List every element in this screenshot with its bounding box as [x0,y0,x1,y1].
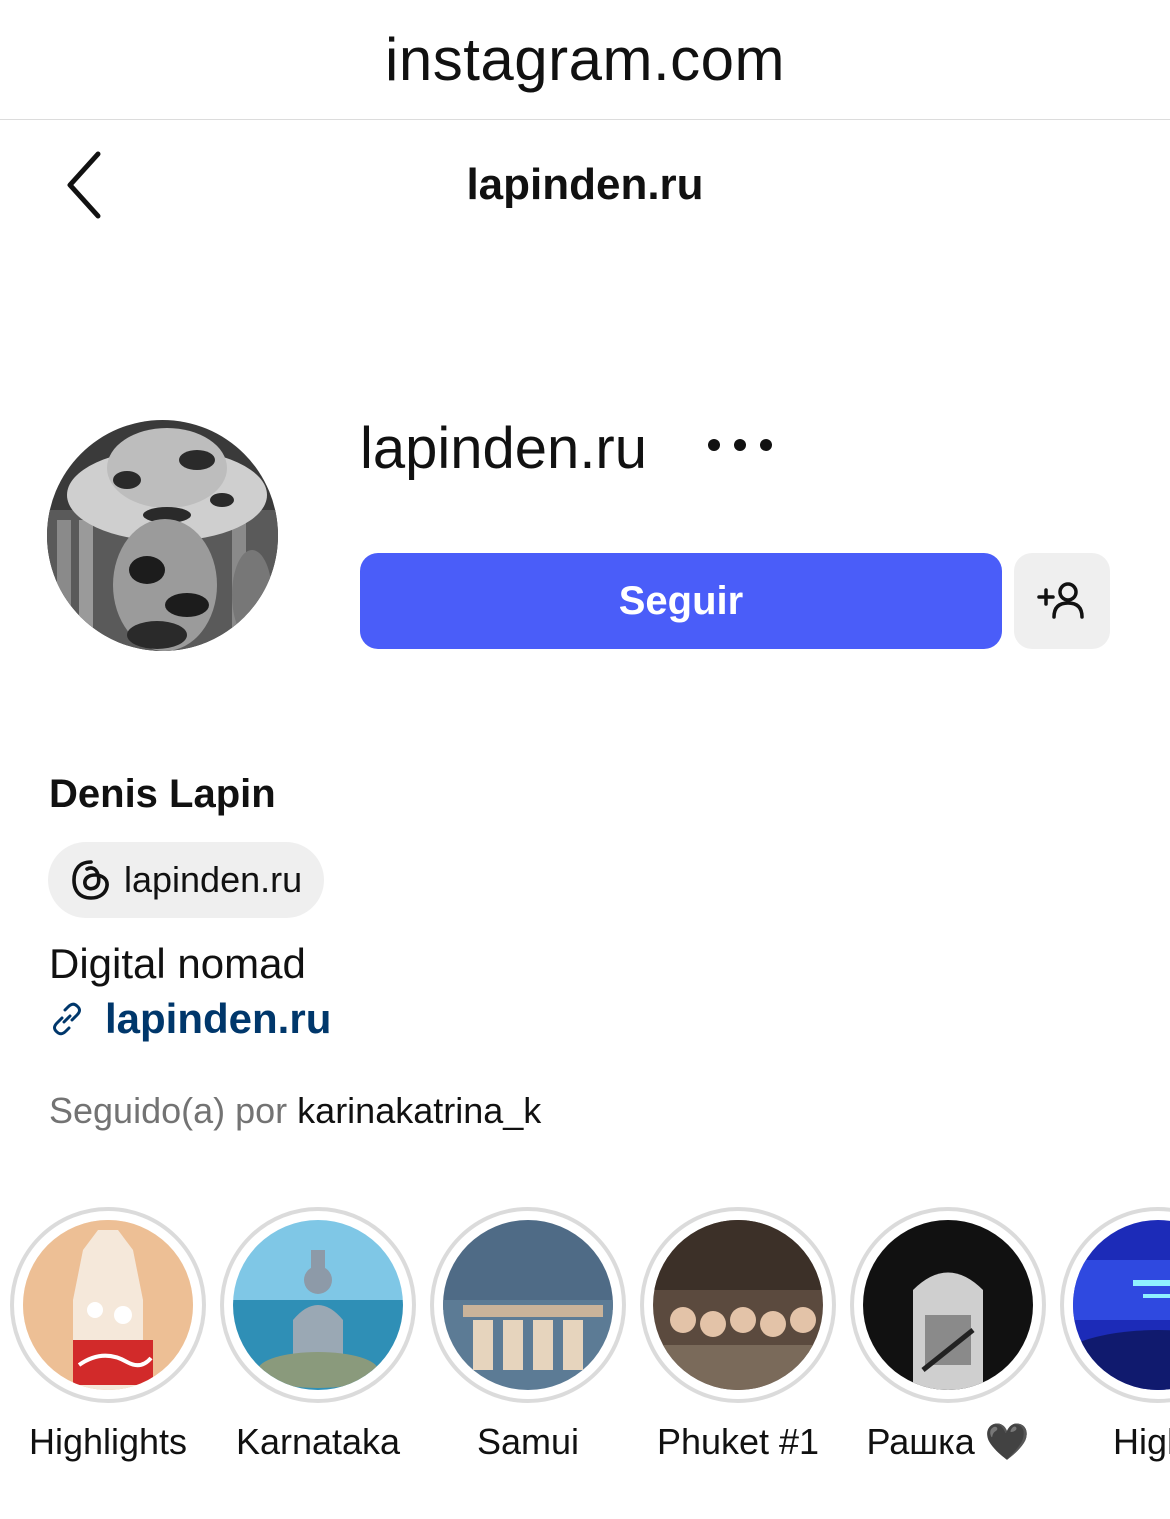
threads-badge[interactable]: lapinden.ru [48,842,325,918]
highlight-label: Highli [1112,1421,1170,1462]
url-text: instagram.com [385,26,785,93]
followed-by-user-link[interactable]: karinakatrina_k [297,1090,541,1131]
highlight-item[interactable]: Karnataka [213,1207,423,1463]
highlight-label: Highlights [28,1421,188,1462]
dot-icon [734,439,746,451]
profile-username: lapinden.ru [360,416,647,481]
highlight-item[interactable]: Highli [1053,1207,1170,1463]
highlight-item[interactable]: Samui [423,1207,633,1463]
link-icon [53,1002,81,1036]
highlight-cover [1073,1220,1170,1390]
suggested-users-button[interactable] [1014,553,1110,649]
follow-button[interactable]: Seguir [360,553,1002,649]
page-title: lapinden.ru [466,160,704,209]
highlight-cover [863,1220,1033,1390]
followed-by-prefix: Seguido(a) por [49,1090,288,1131]
highlight-ring [10,1207,206,1403]
highlight-ring [1060,1207,1170,1403]
highlight-label: Karnataka [235,1421,401,1462]
highlight-ring [430,1207,626,1403]
more-options-button[interactable] [700,420,780,470]
add-person-icon [1037,582,1084,619]
dot-icon [708,439,720,451]
profile-full-name: Denis Lapin [49,772,276,816]
followed-by-text: Seguido(a) por karinakatrina_k [49,1090,541,1132]
highlight-cover [443,1220,613,1390]
highlight-item[interactable]: Phuket #1 [633,1207,843,1463]
highlight-cover [23,1220,193,1390]
highlight-label: Samui [476,1421,580,1462]
highlight-item[interactable]: Highlights [3,1207,213,1463]
highlight-ring [850,1207,1046,1403]
highlight-cover [233,1220,403,1390]
profile-avatar[interactable] [47,420,278,651]
highlight-label: Рашка 🖤 [866,1421,1030,1462]
threads-label: lapinden.ru [124,859,303,900]
threads-icon [72,860,109,900]
highlight-cover [653,1220,823,1390]
profile-bio: Digital nomad [49,940,306,987]
profile-link-text: lapinden.ru [105,995,332,1042]
dot-icon [760,439,772,451]
highlight-label: Phuket #1 [656,1421,820,1462]
address-bar[interactable]: instagram.com [0,0,1170,120]
profile-header: lapinden.ru [0,120,1170,250]
highlight-ring [640,1207,836,1403]
highlight-item[interactable]: Рашка 🖤 [843,1207,1053,1463]
avatar-photo [47,420,278,651]
highlight-ring [220,1207,416,1403]
highlights-row[interactable]: Highlights Karnataka Samui Phuket #1 Раш… [0,1207,1170,1477]
profile-link[interactable]: lapinden.ru [49,995,331,1043]
